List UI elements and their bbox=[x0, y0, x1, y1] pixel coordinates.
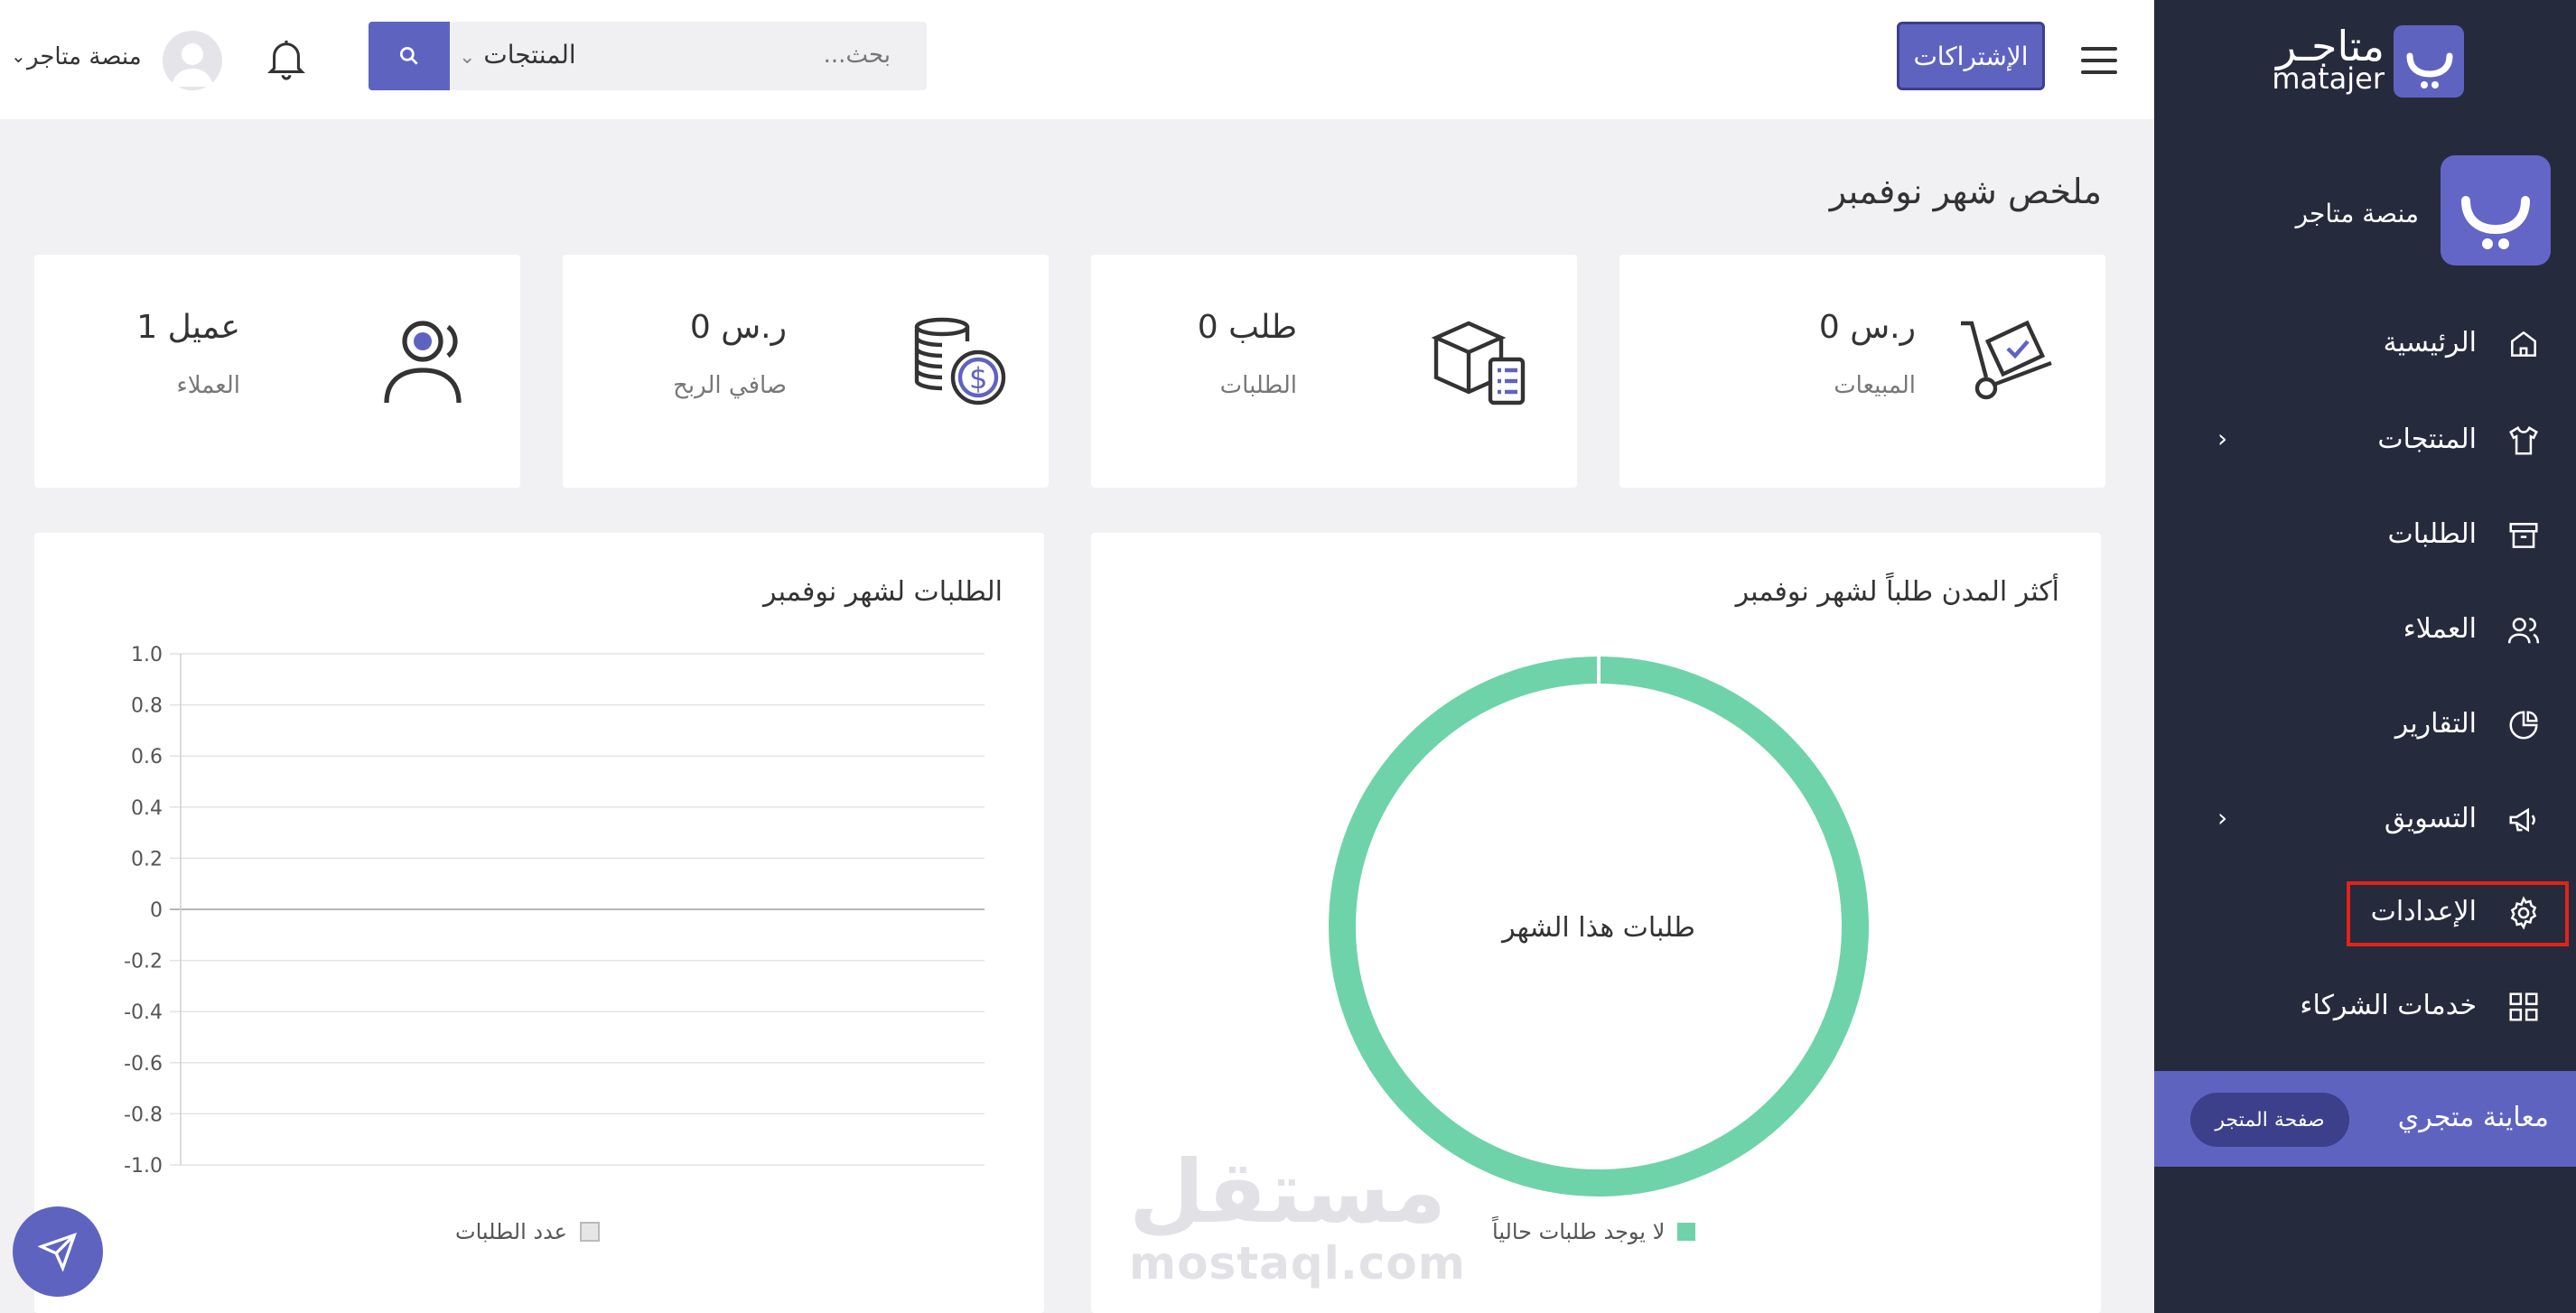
logo-mark bbox=[2394, 25, 2464, 98]
settings-highlight-box bbox=[2347, 881, 2569, 946]
line-legend[interactable]: عدد الطلبات bbox=[455, 1219, 600, 1244]
monthly-orders-panel: الطلبات لشهر نوفمبر 1.0 0.8 0.6 0.4 0.2 0 -0.2… bbox=[34, 533, 1044, 1313]
stat-card-customers: 1 عميل العملاء bbox=[34, 255, 520, 488]
y-tick-label: 0.6 bbox=[131, 746, 163, 768]
menu-icon[interactable] bbox=[2081, 47, 2117, 74]
stat-label: العملاء bbox=[176, 372, 240, 399]
store-avatar[interactable] bbox=[2441, 155, 2551, 265]
y-tick-label: 0.4 bbox=[131, 797, 163, 820]
customers-icon bbox=[384, 321, 462, 404]
sidebar-item-products[interactable]: › المنتجات bbox=[2154, 411, 2576, 470]
chevron-down-icon[interactable]: ⌄ bbox=[11, 45, 26, 67]
search-input[interactable] bbox=[665, 42, 891, 69]
chevron-down-icon: ⌄ bbox=[459, 46, 476, 69]
svg-text:$: $ bbox=[969, 361, 987, 396]
user-name: منصة متاجر bbox=[27, 43, 142, 70]
stat-card-net-profit: 0 ر.س صافي الربح $ bbox=[563, 255, 1049, 488]
send-button[interactable] bbox=[13, 1206, 103, 1297]
panel-title: أكثر المدن طلباً لشهر نوفمبر bbox=[1735, 576, 2059, 608]
preview-label: معاينة متجري bbox=[2397, 1102, 2549, 1133]
watermark: مستقل mostaql.com bbox=[1129, 1147, 1466, 1290]
legend-label: عدد الطلبات bbox=[455, 1219, 567, 1244]
y-tick-label: -0.6 bbox=[124, 1053, 163, 1076]
y-tick-label: 1.0 bbox=[131, 644, 163, 666]
stat-card-sales: 0 ر.س المبيعات bbox=[1619, 255, 2105, 488]
archive-icon bbox=[2509, 523, 2538, 548]
paper-plane-icon bbox=[38, 1232, 78, 1271]
logo-text-en: matajer bbox=[2272, 61, 2385, 96]
stat-card-orders: 0 طلب الطلبات bbox=[1091, 255, 1577, 488]
shirt-icon bbox=[2509, 425, 2538, 455]
bell-icon[interactable] bbox=[266, 36, 307, 83]
stat-label: صافي الربح bbox=[673, 372, 787, 399]
page-title: ملخص شهر نوفمبر bbox=[1829, 172, 2102, 211]
grid-icon bbox=[2509, 992, 2538, 1021]
y-tick-label: -0.4 bbox=[124, 1001, 163, 1024]
y-tick-label: 0.2 bbox=[131, 848, 163, 871]
legend-swatch bbox=[1677, 1223, 1696, 1241]
search-category-label: المنتجات bbox=[483, 40, 576, 70]
pie-chart-icon bbox=[2509, 711, 2538, 740]
sidebar-item-home[interactable]: الرئيسية bbox=[2154, 314, 2576, 374]
chevron-left-icon: › bbox=[2217, 424, 2228, 453]
sidebar-item-customers[interactable]: العملاء bbox=[2154, 601, 2576, 660]
stat-value: 0 ر.س bbox=[689, 309, 787, 346]
users-icon bbox=[2507, 618, 2540, 644]
home-icon bbox=[2511, 331, 2536, 357]
search-button[interactable] bbox=[369, 22, 450, 90]
trolley-icon bbox=[1961, 320, 2052, 400]
avatar[interactable] bbox=[163, 31, 222, 90]
stat-value: 1 عميل bbox=[136, 309, 240, 346]
y-tick-label: -0.8 bbox=[124, 1103, 163, 1126]
store-name: منصة متاجر bbox=[2295, 199, 2419, 228]
y-tick-label: 0.8 bbox=[131, 695, 163, 718]
sidebar-item-partner-services[interactable]: خدمات الشركاء bbox=[2154, 977, 2576, 1037]
sidebar-item-label: التسويق bbox=[2384, 803, 2477, 834]
chevron-left-icon: › bbox=[2217, 803, 2228, 833]
topbar: الإشتراكات ⌄ المنتجات منصة متاجر ⌄ bbox=[0, 0, 2154, 119]
search-category-select[interactable]: ⌄ المنتجات bbox=[459, 40, 576, 70]
search-icon bbox=[399, 46, 418, 65]
sidebar-item-label: الطلبات bbox=[2387, 518, 2477, 550]
sidebar-item-label: المنتجات bbox=[2377, 424, 2477, 455]
sidebar-item-marketing[interactable]: › التسويق bbox=[2154, 790, 2576, 850]
legend-swatch bbox=[580, 1222, 600, 1242]
y-tick-label: -1.0 bbox=[124, 1155, 163, 1178]
y-tick-label: -0.2 bbox=[124, 951, 163, 973]
legend-label: لا يوجد طلبات حالياً bbox=[1492, 1219, 1666, 1244]
subscriptions-button[interactable]: الإشتراكات bbox=[1897, 22, 2045, 90]
stat-label: المبيعات bbox=[1834, 372, 1916, 399]
coins-icon: $ bbox=[914, 317, 1006, 405]
search-bar: ⌄ المنتجات bbox=[369, 22, 927, 90]
stat-label: الطلبات bbox=[1219, 372, 1297, 399]
donut-legend[interactable]: لا يوجد طلبات حالياً bbox=[1492, 1219, 1696, 1244]
store-preview-bar: معاينة متجري صفحة المتجر bbox=[2154, 1071, 2576, 1167]
stat-value: 0 ر.س bbox=[1818, 309, 1916, 346]
watermark-en: mostaql.com bbox=[1129, 1237, 1466, 1290]
panel-title: الطلبات لشهر نوفمبر bbox=[763, 576, 1003, 608]
line-chart: 1.0 0.8 0.6 0.4 0.2 0 -0.2 -0.4 -0.6 -0.8 -1.0 bbox=[124, 644, 985, 1178]
watermark-ar: مستقل bbox=[1129, 1141, 1447, 1243]
user-menu[interactable]: منصة متاجر bbox=[27, 43, 142, 70]
donut-center-text: طلبات هذا الشهر bbox=[1502, 912, 1695, 944]
package-checklist-icon bbox=[1431, 321, 1526, 405]
sidebar-item-label: خدمات الشركاء bbox=[2300, 990, 2477, 1021]
stat-value: 0 طلب bbox=[1197, 309, 1297, 346]
sidebar-item-label: الرئيسية bbox=[2383, 327, 2477, 359]
megaphone-icon bbox=[2509, 807, 2535, 833]
sidebar-item-orders[interactable]: الطلبات bbox=[2154, 506, 2576, 565]
sidebar-item-reports[interactable]: التقارير bbox=[2154, 695, 2576, 755]
store-page-button[interactable]: صفحة المتجر bbox=[2190, 1093, 2349, 1147]
y-tick-label: 0 bbox=[150, 899, 163, 922]
sidebar-item-label: التقارير bbox=[2394, 708, 2477, 740]
sidebar-item-label: العملاء bbox=[2403, 613, 2477, 645]
